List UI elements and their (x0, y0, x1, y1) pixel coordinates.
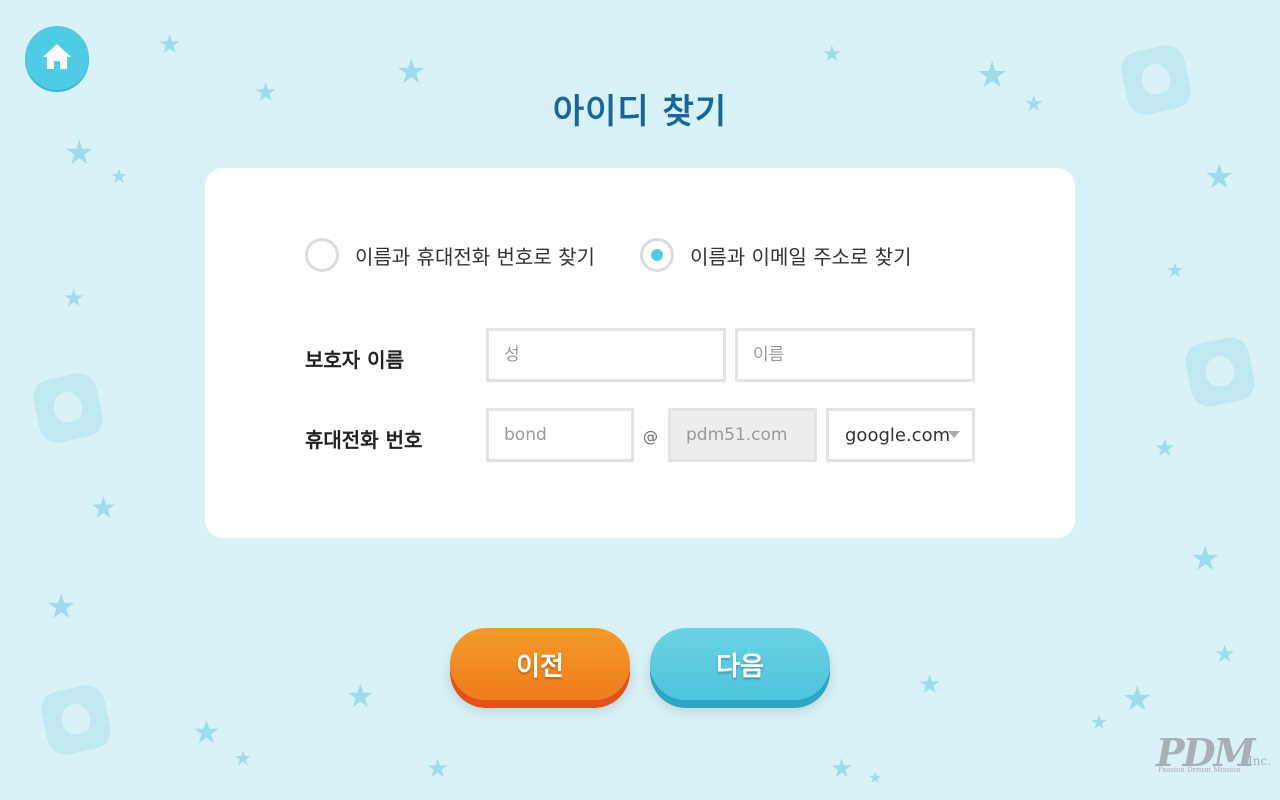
star-decoration: ★ (46, 587, 77, 627)
find-id-form-card: 이름과 휴대전화 번호로 찾기 이름과 이메일 주소로 찾기 보호자 이름 휴대… (205, 168, 1075, 538)
star-decoration: ★ (234, 746, 252, 770)
next-button-label: 다음 (716, 651, 764, 682)
star-decoration: ★ (158, 30, 182, 60)
next-button[interactable]: 다음 (650, 628, 830, 700)
star-decoration: ★ (1214, 640, 1236, 668)
star-decoration: ★ (426, 754, 450, 784)
star-decoration: ★ (822, 42, 842, 67)
character-badge-decoration (1182, 334, 1258, 410)
email-domain-select-value: google.com (845, 424, 951, 446)
radio-button-selected[interactable] (640, 238, 674, 272)
radio-find-by-phone[interactable]: 이름과 휴대전화 번호로 찾기 (305, 238, 595, 272)
star-decoration: ★ (1166, 258, 1184, 282)
logo-tagline: Passion Dream Mission (1158, 766, 1241, 774)
star-decoration: ★ (90, 491, 117, 526)
chevron-down-icon (948, 431, 960, 438)
email-id-input[interactable] (486, 408, 634, 462)
last-name-input[interactable] (486, 328, 726, 382)
prev-button[interactable]: 이전 (450, 628, 630, 700)
company-logo: PDM Inc. Passion Dream Mission (1156, 730, 1271, 775)
star-decoration: ★ (868, 768, 883, 787)
star-decoration: ★ (110, 164, 128, 188)
character-badge-decoration (38, 682, 114, 758)
star-decoration: ★ (1154, 434, 1176, 462)
prev-button-label: 이전 (516, 651, 564, 682)
phone-label: 휴대전화 번호 (305, 428, 423, 452)
email-domain-input (668, 408, 817, 462)
home-icon (41, 41, 73, 75)
star-decoration: ★ (1190, 539, 1221, 579)
page-title: 아이디 찾기 (552, 92, 728, 132)
radio-label-phone: 이름과 휴대전화 번호로 찾기 (355, 244, 595, 269)
first-name-input[interactable] (735, 328, 975, 382)
radio-find-by-email[interactable]: 이름과 이메일 주소로 찾기 (640, 238, 911, 272)
star-decoration: ★ (192, 713, 221, 751)
character-badge-decoration (30, 370, 106, 446)
logo-suffix: Inc. (1248, 754, 1272, 768)
star-decoration: ★ (918, 670, 942, 700)
at-symbol: @ (643, 428, 658, 446)
home-button[interactable] (25, 26, 89, 90)
star-decoration: ★ (64, 133, 95, 173)
star-decoration: ★ (63, 284, 85, 312)
guardian-name-label: 보호자 이름 (305, 348, 404, 372)
star-decoration: ★ (346, 677, 375, 715)
radio-label-email: 이름과 이메일 주소로 찾기 (690, 244, 912, 269)
radio-selected-dot (651, 249, 663, 261)
star-decoration: ★ (1204, 157, 1235, 197)
star-decoration: ★ (830, 754, 854, 784)
star-decoration: ★ (1122, 679, 1153, 719)
star-decoration: ★ (1090, 710, 1108, 734)
email-domain-select[interactable]: google.com (826, 408, 975, 462)
radio-button-unselected[interactable] (305, 238, 339, 272)
